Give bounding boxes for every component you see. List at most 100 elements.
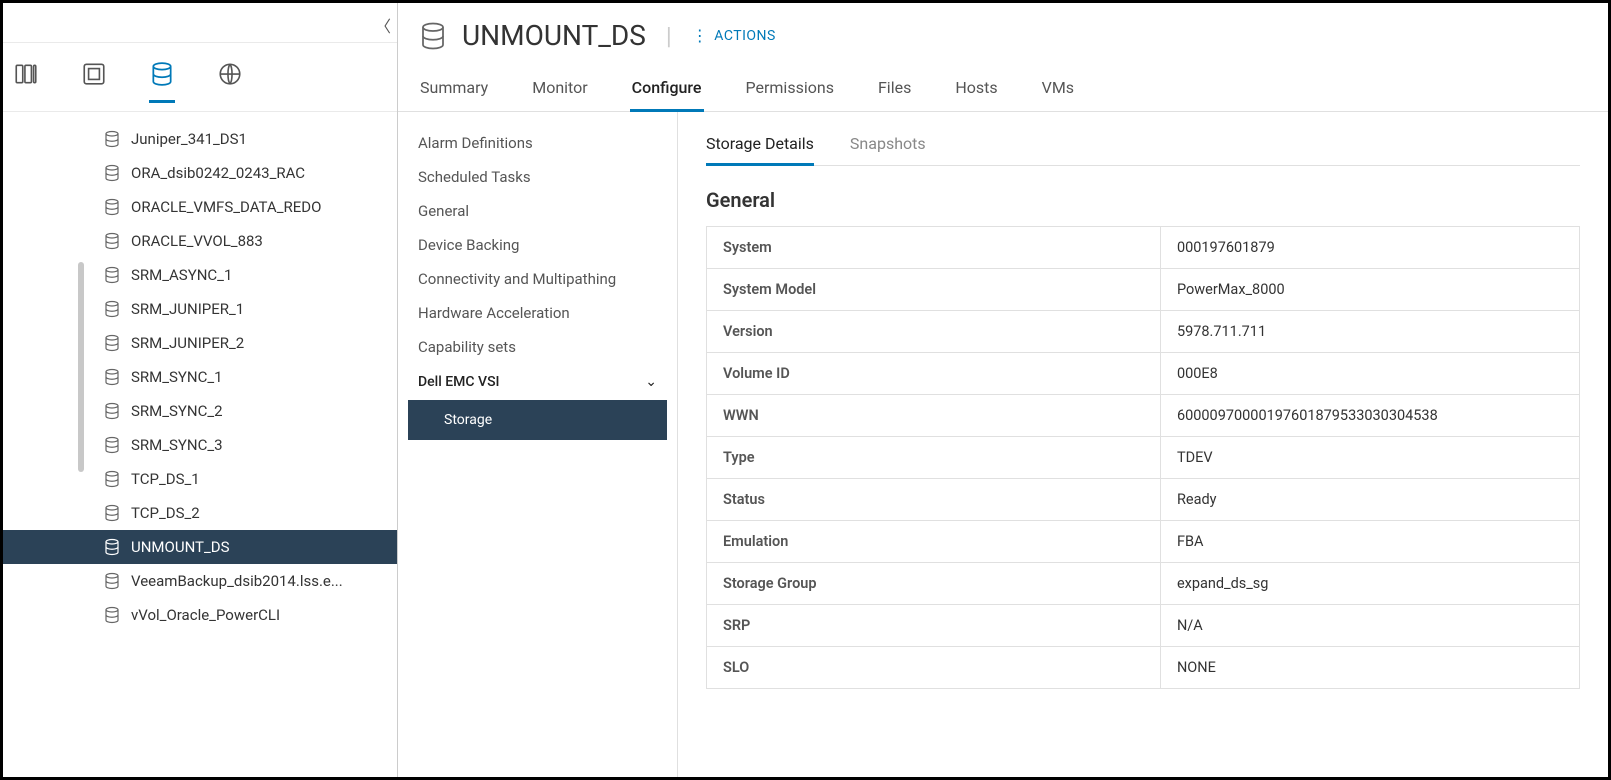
sub-tab-storage-details[interactable]: Storage Details	[706, 128, 814, 166]
tree-item-label: SRM_SYNC_1	[131, 368, 223, 386]
datastore-icon	[103, 164, 121, 182]
prop-key: Version	[707, 311, 1161, 353]
tree-item[interactable]: SRM_SYNC_1	[3, 360, 397, 394]
config-item[interactable]: General	[398, 194, 677, 228]
prop-value: 000E8	[1160, 353, 1579, 395]
prop-key: System	[707, 227, 1161, 269]
tree-item[interactable]: SRM_ASYNC_1	[3, 258, 397, 292]
sub-tab-snapshots[interactable]: Snapshots	[850, 128, 926, 165]
table-row: Volume ID 000E8	[707, 353, 1580, 395]
datastore-icon	[103, 402, 121, 420]
datastore-icon	[103, 436, 121, 454]
config-nav: Alarm DefinitionsScheduled TasksGeneralD…	[398, 112, 678, 777]
tree-item-label: vVol_Oracle_PowerCLI	[131, 606, 280, 624]
prop-value: 60000970000197601879533030304538	[1160, 395, 1579, 437]
tree-item[interactable]: vVol_Oracle_PowerCLI	[3, 598, 397, 632]
prop-value: N/A	[1160, 605, 1579, 647]
prop-value: expand_ds_sg	[1160, 563, 1579, 605]
tab-permissions[interactable]: Permissions	[744, 70, 836, 111]
config-item[interactable]: Connectivity and Multipathing	[398, 262, 677, 296]
config-group-dell-emc-vsi[interactable]: Dell EMC VSI ⌄	[398, 364, 677, 398]
network-tab-icon[interactable]	[217, 61, 243, 103]
prop-value: FBA	[1160, 521, 1579, 563]
tree-item[interactable]: SRM_SYNC_2	[3, 394, 397, 428]
datastore-icon	[103, 470, 121, 488]
config-sub-label: Storage	[444, 412, 492, 428]
config-item[interactable]: Scheduled Tasks	[398, 160, 677, 194]
tree-item-label: SRM_SYNC_2	[131, 402, 223, 420]
config-group-label: Dell EMC VSI	[418, 374, 500, 390]
tree-item[interactable]: ORACLE_VMFS_DATA_REDO	[3, 190, 397, 224]
prop-key: System Model	[707, 269, 1161, 311]
table-row: SLO NONE	[707, 647, 1580, 689]
prop-key: Emulation	[707, 521, 1161, 563]
table-row: Status Ready	[707, 479, 1580, 521]
prop-key: SRP	[707, 605, 1161, 647]
vms-tab-icon[interactable]	[81, 61, 107, 103]
scrollbar-thumb[interactable]	[78, 262, 84, 472]
datastore-icon	[103, 300, 121, 318]
tree-item-label: VeeamBackup_dsib2014.lss.e...	[131, 572, 343, 590]
config-item[interactable]: Device Backing	[398, 228, 677, 262]
tree-item[interactable]: SRM_JUNIPER_1	[3, 292, 397, 326]
tree-item[interactable]: TCP_DS_1	[3, 462, 397, 496]
main-tabs: Summary Monitor Configure Permissions Files H…	[398, 62, 1608, 112]
main-area: UNMOUNT_DS | ⋮ ACTIONS SummaryMonitorCon…	[398, 3, 1608, 777]
datastore-icon	[103, 572, 121, 590]
tab-vms[interactable]: VMs	[1040, 70, 1076, 111]
tree-item[interactable]: SRM_SYNC_3	[3, 428, 397, 462]
prop-value: Ready	[1160, 479, 1579, 521]
prop-key: Storage Group	[707, 563, 1161, 605]
tab-summary[interactable]: Summary	[418, 70, 490, 111]
tree-item-label: ORACLE_VMFS_DATA_REDO	[131, 198, 321, 216]
datastore-icon	[103, 538, 121, 556]
table-row: Version 5978.711.711	[707, 311, 1580, 353]
datastore-icon	[103, 130, 121, 148]
tree-item[interactable]: VeeamBackup_dsib2014.lss.e...	[3, 564, 397, 598]
table-row: System 000197601879	[707, 227, 1580, 269]
tree-item[interactable]: ORACLE_VVOL_883	[3, 224, 397, 258]
tree-item-label: SRM_JUNIPER_2	[131, 334, 244, 352]
hosts-tab-icon[interactable]	[13, 61, 39, 103]
config-item[interactable]: Alarm Definitions	[398, 126, 677, 160]
tree-item[interactable]: TCP_DS_2	[3, 496, 397, 530]
actions-menu-button[interactable]: ⋮ ACTIONS	[692, 28, 776, 44]
config-item[interactable]: Capability sets	[398, 330, 677, 364]
prop-value: 5978.711.711	[1160, 311, 1579, 353]
table-row: WWN 60000970000197601879533030304538	[707, 395, 1580, 437]
tree-item-label: SRM_SYNC_3	[131, 436, 223, 454]
actions-label: ACTIONS	[714, 28, 776, 44]
datastore-icon	[103, 504, 121, 522]
datastore-icon	[103, 606, 121, 624]
datastore-icon	[103, 198, 121, 216]
tree-item[interactable]: Juniper_341_DS1	[3, 122, 397, 156]
tab-configure[interactable]: Configure	[630, 70, 704, 112]
details-pane: Storage DetailsSnapshots General System …	[678, 112, 1608, 777]
table-row: System Model PowerMax_8000	[707, 269, 1580, 311]
table-row: Emulation FBA	[707, 521, 1580, 563]
page-title: UNMOUNT_DS	[462, 19, 646, 52]
tree-item[interactable]: SRM_JUNIPER_2	[3, 326, 397, 360]
tree-item-label: SRM_ASYNC_1	[131, 266, 232, 284]
sidebar-collapse-icon[interactable]: 〈	[375, 13, 391, 37]
actions-dots-icon: ⋮	[692, 28, 709, 44]
config-item[interactable]: Hardware Acceleration	[398, 296, 677, 330]
tree-item[interactable]: UNMOUNT_DS	[3, 530, 397, 564]
tree-item-label: UNMOUNT_DS	[131, 538, 230, 556]
datastore-icon	[418, 21, 448, 51]
prop-value: PowerMax_8000	[1160, 269, 1579, 311]
tab-hosts[interactable]: Hosts	[953, 70, 999, 111]
tree-item-label: ORACLE_VVOL_883	[131, 232, 263, 250]
datastore-icon	[103, 232, 121, 250]
tree-item[interactable]: ORA_dsib0242_0243_RAC	[3, 156, 397, 190]
tab-monitor[interactable]: Monitor	[530, 70, 589, 111]
chevron-down-icon: ⌄	[645, 374, 657, 390]
storage-tab-icon[interactable]	[149, 61, 175, 103]
tab-files[interactable]: Files	[876, 70, 913, 111]
table-row: Storage Group expand_ds_sg	[707, 563, 1580, 605]
config-sub-storage[interactable]: Storage	[408, 400, 667, 440]
prop-key: Status	[707, 479, 1161, 521]
tree-item-label: TCP_DS_2	[131, 504, 200, 522]
datastore-icon	[103, 368, 121, 386]
tree-item-label: Juniper_341_DS1	[131, 130, 247, 148]
